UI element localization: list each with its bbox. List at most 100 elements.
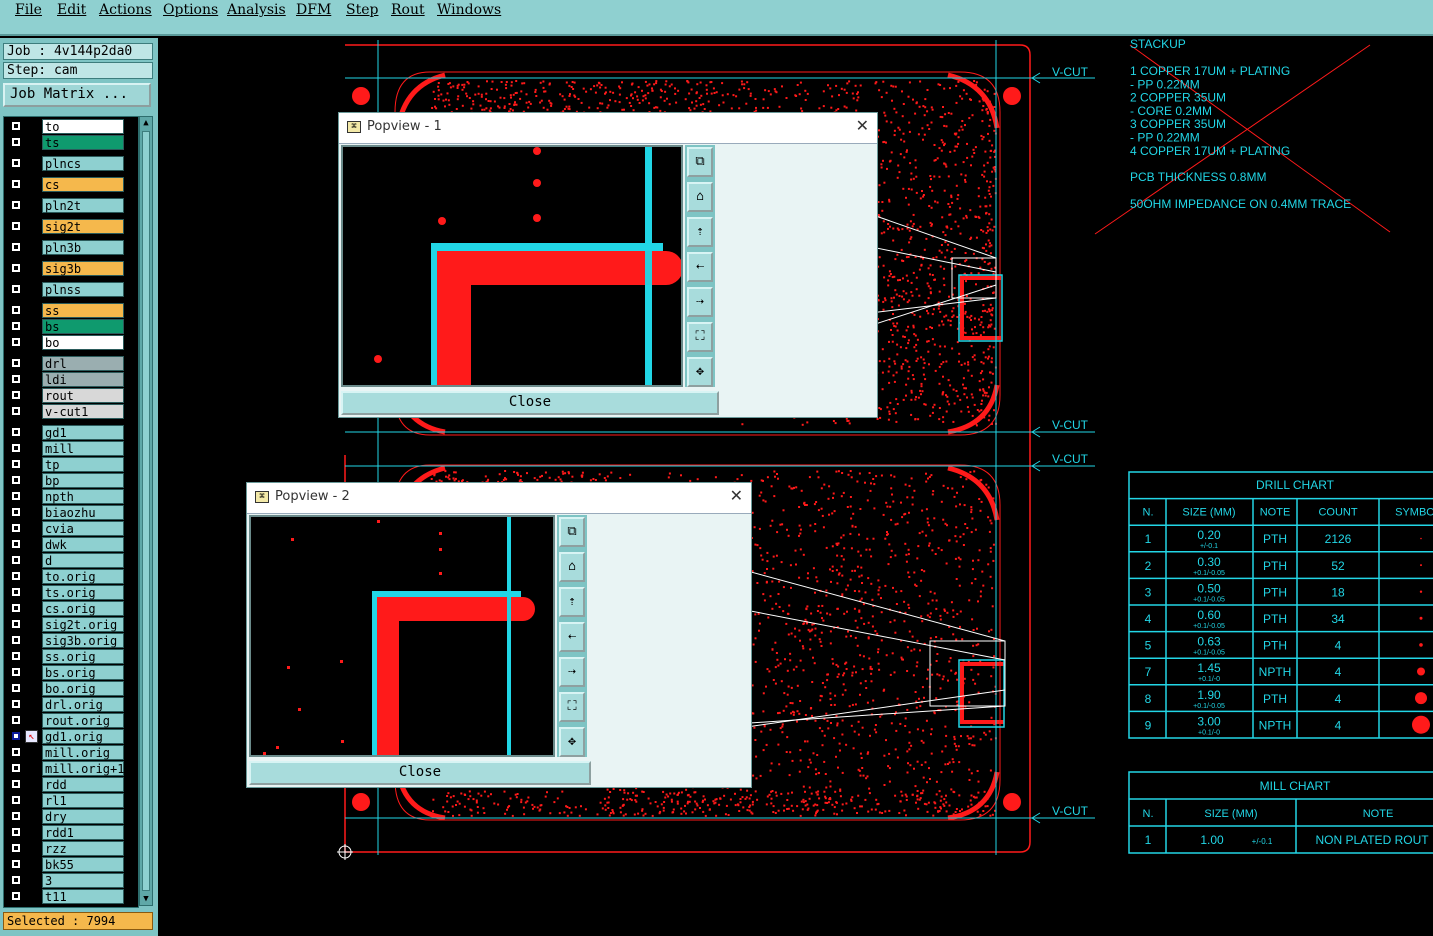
layer-row[interactable]: dry bbox=[4, 809, 138, 824]
layer-name[interactable]: gd1.orig bbox=[42, 729, 124, 744]
layer-row[interactable]: t11 bbox=[4, 889, 138, 904]
layer-row[interactable]: npth bbox=[4, 489, 138, 504]
layer-checkbox[interactable] bbox=[11, 891, 21, 901]
popview-2-canvas[interactable] bbox=[249, 515, 555, 757]
layer-row[interactable]: dwk bbox=[4, 537, 138, 552]
layer-row[interactable]: gd1 bbox=[4, 425, 138, 440]
layer-checkbox[interactable] bbox=[11, 651, 21, 661]
layer-name[interactable]: bp bbox=[42, 473, 124, 488]
popview-1-canvas[interactable] bbox=[341, 145, 683, 387]
layer-checkbox[interactable] bbox=[11, 731, 21, 741]
layer-name[interactable]: plnss bbox=[42, 282, 124, 297]
layer-row[interactable]: rdd1 bbox=[4, 825, 138, 840]
layer-checkbox[interactable] bbox=[11, 491, 21, 501]
layer-name[interactable]: drl.orig bbox=[42, 697, 124, 712]
layer-row[interactable]: to.orig bbox=[4, 569, 138, 584]
layer-checkbox[interactable] bbox=[11, 811, 21, 821]
zoom-window-icon[interactable]: ⧉ bbox=[559, 517, 585, 547]
layer-row[interactable]: ldi bbox=[4, 372, 138, 387]
layer-name[interactable]: ldi bbox=[42, 372, 124, 387]
menu-options[interactable]: Options bbox=[163, 2, 218, 18]
layer-row[interactable]: cs.orig bbox=[4, 601, 138, 616]
layer-name[interactable]: gd1 bbox=[42, 425, 124, 440]
layer-name[interactable]: mill bbox=[42, 441, 124, 456]
pan-up-icon[interactable]: ⇡ bbox=[559, 587, 585, 617]
layer-name[interactable]: sig3b.orig bbox=[42, 633, 124, 648]
layer-row[interactable]: plnss bbox=[4, 282, 138, 297]
layer-row[interactable]: ↖ gd1.orig bbox=[4, 729, 138, 744]
layer-row[interactable]: bo.orig bbox=[4, 681, 138, 696]
layer-row[interactable]: sig2t bbox=[4, 219, 138, 234]
layer-checkbox[interactable] bbox=[11, 475, 21, 485]
layer-list-scrollbar[interactable]: ▲ ▼ bbox=[139, 116, 153, 906]
layer-checkbox[interactable] bbox=[11, 427, 21, 437]
layer-checkbox[interactable] bbox=[11, 523, 21, 533]
pan-up-icon[interactable]: ⇡ bbox=[687, 217, 713, 247]
layer-name[interactable]: bs bbox=[42, 319, 124, 334]
layer-row[interactable]: pln3b bbox=[4, 240, 138, 255]
layer-checkbox[interactable] bbox=[11, 507, 21, 517]
layer-checkbox[interactable] bbox=[11, 843, 21, 853]
zoom-home-icon[interactable]: ⌂ bbox=[687, 182, 713, 212]
layer-checkbox[interactable] bbox=[11, 859, 21, 869]
layer-row[interactable]: ss.orig bbox=[4, 649, 138, 664]
layer-checkbox[interactable] bbox=[11, 284, 21, 294]
layer-checkbox[interactable] bbox=[11, 443, 21, 453]
layer-name[interactable]: rdd1 bbox=[42, 825, 124, 840]
layer-name[interactable]: rl1 bbox=[42, 793, 124, 808]
graphics-canvas[interactable]: V-CUT V-CUT V-CUT V-CUT STACKUP PCB THIC… bbox=[158, 38, 1433, 936]
layer-name[interactable]: sig2t.orig bbox=[42, 617, 124, 632]
layer-name[interactable]: drl bbox=[42, 356, 124, 371]
pan-right-icon[interactable]: ⇢ bbox=[559, 657, 585, 687]
scroll-up-icon[interactable]: ▲ bbox=[141, 118, 151, 128]
layer-row[interactable]: rout bbox=[4, 388, 138, 403]
layer-row[interactable]: rzz bbox=[4, 841, 138, 856]
layer-name[interactable]: ss bbox=[42, 303, 124, 318]
layer-row[interactable]: ss bbox=[4, 303, 138, 318]
layer-row[interactable]: d bbox=[4, 553, 138, 568]
layer-checkbox[interactable] bbox=[11, 242, 21, 252]
layer-name[interactable]: npth bbox=[42, 489, 124, 504]
layer-name[interactable]: to.orig bbox=[42, 569, 124, 584]
layer-name[interactable]: cs bbox=[42, 177, 124, 192]
layer-row[interactable]: plncs bbox=[4, 156, 138, 171]
layer-checkbox[interactable] bbox=[11, 305, 21, 315]
layer-name[interactable]: rdd bbox=[42, 777, 124, 792]
layer-checkbox[interactable] bbox=[11, 827, 21, 837]
layer-row[interactable]: biaozhu bbox=[4, 505, 138, 520]
pan-left-icon[interactable]: ⇠ bbox=[559, 622, 585, 652]
close-icon[interactable]: ✕ bbox=[730, 486, 743, 505]
layer-checkbox[interactable] bbox=[11, 667, 21, 677]
layer-name[interactable]: to bbox=[42, 119, 124, 134]
layer-checkbox[interactable] bbox=[11, 539, 21, 549]
layer-row[interactable]: drl bbox=[4, 356, 138, 371]
layer-name[interactable]: bk55 bbox=[42, 857, 124, 872]
layer-row[interactable]: drl.orig bbox=[4, 697, 138, 712]
layer-name[interactable]: cs.orig bbox=[42, 601, 124, 616]
layer-checkbox[interactable] bbox=[11, 390, 21, 400]
layer-checkbox[interactable] bbox=[11, 747, 21, 757]
layer-row[interactable]: sig2t.orig bbox=[4, 617, 138, 632]
center-icon[interactable]: ✥ bbox=[687, 357, 713, 387]
layer-checkbox[interactable] bbox=[11, 875, 21, 885]
layer-row[interactable]: sig3b bbox=[4, 261, 138, 276]
layer-checkbox[interactable] bbox=[11, 374, 21, 384]
layer-checkbox[interactable] bbox=[11, 406, 21, 416]
layer-checkbox[interactable] bbox=[11, 459, 21, 469]
layer-name[interactable]: bo bbox=[42, 335, 124, 350]
layer-row[interactable]: ts bbox=[4, 135, 138, 150]
menu-actions[interactable]: Actions bbox=[99, 2, 152, 18]
layer-name[interactable]: plncs bbox=[42, 156, 124, 171]
layer-name[interactable]: mill.orig+1 bbox=[42, 761, 124, 776]
layer-name[interactable]: rout.orig bbox=[42, 713, 124, 728]
pan-right-icon[interactable]: ⇢ bbox=[687, 287, 713, 317]
layer-row[interactable]: mill.orig+1 bbox=[4, 761, 138, 776]
layer-checkbox[interactable] bbox=[11, 137, 21, 147]
layer-checkbox[interactable] bbox=[11, 715, 21, 725]
layer-row[interactable]: 3 bbox=[4, 873, 138, 888]
layer-row[interactable]: rdd bbox=[4, 777, 138, 792]
pan-left-icon[interactable]: ⇠ bbox=[687, 252, 713, 282]
layer-name[interactable]: bo.orig bbox=[42, 681, 124, 696]
layer-checkbox[interactable] bbox=[11, 179, 21, 189]
layer-row[interactable]: mill.orig bbox=[4, 745, 138, 760]
